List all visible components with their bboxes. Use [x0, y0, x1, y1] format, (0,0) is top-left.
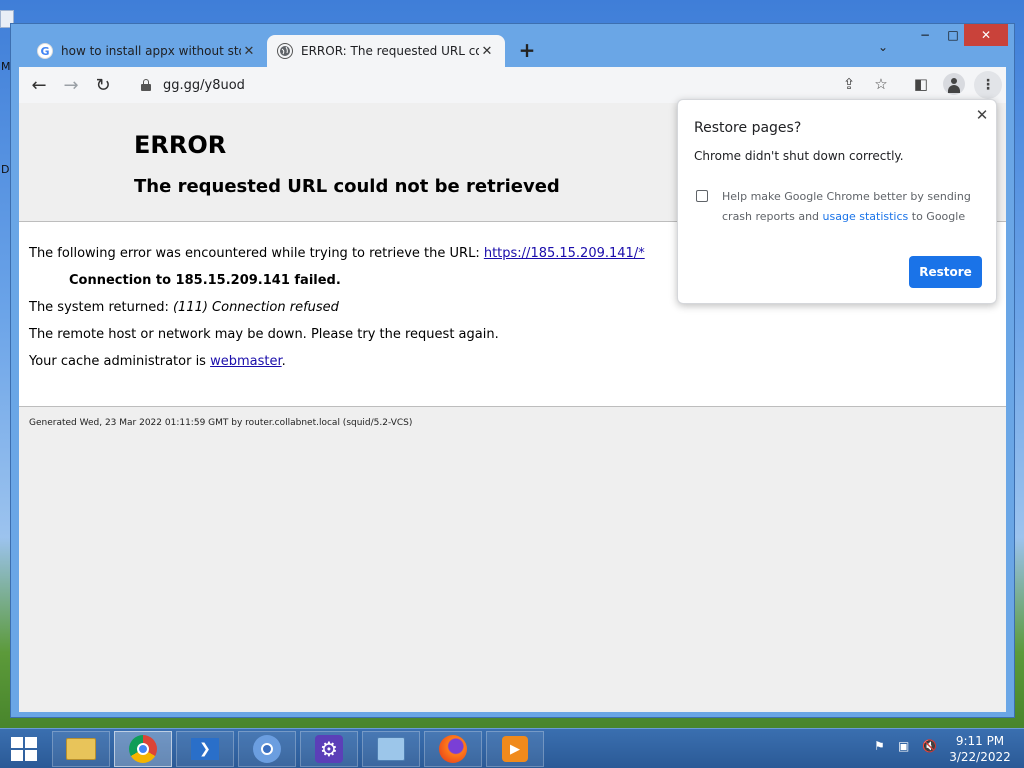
file-explorer-taskbar-button[interactable] [52, 731, 110, 767]
back-arrow-icon[interactable]: ← [23, 69, 55, 101]
close-tab-icon[interactable]: ✕ [479, 44, 495, 59]
share-icon[interactable]: ⇪ [839, 75, 859, 93]
checkbox-label-line2: crash reports and usage statistics to Go… [722, 210, 965, 223]
cache-admin-line: Your cache administrator is webmaster. [29, 354, 286, 369]
tab-error-page[interactable]: ERROR: The requested URL could not be re… [267, 35, 505, 67]
tab-strip: G how to install appx without store ✕ ER… [11, 24, 1014, 67]
url-text: gg.gg/y8uod [163, 77, 245, 93]
maximize-button[interactable]: □ [939, 24, 967, 46]
chromium-taskbar-button[interactable] [238, 731, 296, 767]
chrome-icon [129, 735, 157, 763]
error-url-link[interactable]: https://185.15.209.141/* [484, 246, 645, 261]
tab-search-chevron-icon[interactable]: ⌄ [878, 40, 888, 54]
page-footer: Generated Wed, 23 Mar 2022 01:11:59 GMT … [19, 406, 1006, 712]
system-clock[interactable]: 9:11 PM 3/22/2022 [944, 733, 1016, 765]
gear-icon: ⚙ [315, 735, 343, 763]
media-player-icon: ▶ [502, 736, 528, 762]
site-info-lock-icon[interactable] [141, 79, 151, 91]
reload-icon[interactable]: ↻ [87, 69, 119, 101]
webmaster-link[interactable]: webmaster [210, 354, 282, 369]
folder-icon [66, 738, 96, 760]
start-button[interactable] [4, 733, 44, 765]
powershell-icon: ❯ [191, 738, 219, 760]
firefox-icon [439, 735, 467, 763]
tab-title: how to install appx without store [61, 44, 241, 58]
page-title: ERROR [134, 131, 227, 159]
system-returned-line: The system returned: (111) Connection re… [29, 300, 339, 315]
tab-search-results[interactable]: G how to install appx without store ✕ [27, 35, 267, 67]
tab-title: ERROR: The requested URL could not be re… [301, 44, 479, 58]
restore-button[interactable]: Restore [909, 256, 982, 288]
action-center-flag-icon[interactable]: ⚑ [874, 739, 885, 753]
chromium-icon [253, 735, 281, 763]
close-dialog-icon[interactable]: ✕ [974, 106, 990, 124]
checkbox-label-prefix: crash reports and [722, 210, 823, 223]
bookmark-star-icon[interactable]: ☆ [871, 75, 891, 93]
side-panel-icon[interactable]: ◧ [911, 75, 931, 93]
windows-logo-icon [11, 737, 37, 761]
profile-avatar-icon[interactable] [943, 73, 965, 95]
close-window-button[interactable]: ✕ [964, 24, 1008, 46]
globe-icon [277, 43, 293, 59]
network-icon[interactable]: ▣ [898, 739, 909, 753]
firefox-taskbar-button[interactable] [424, 731, 482, 767]
clock-time: 9:11 PM [955, 734, 1005, 748]
close-tab-icon[interactable]: ✕ [241, 44, 257, 59]
cache-admin-suffix: . [281, 354, 286, 369]
dialog-message: Chrome didn't shut down correctly. [694, 149, 904, 163]
crash-report-checkbox[interactable] [696, 190, 708, 202]
google-icon: G [37, 43, 53, 59]
page-subtitle: The requested URL could not be retrieved [134, 176, 560, 197]
checkbox-label-line1: Help make Google Chrome better by sendin… [722, 190, 971, 203]
error-url-line: The following error was encountered whil… [29, 246, 645, 261]
desktop-label-peek: D [1, 163, 10, 176]
system-returned-error: (111) Connection refused [172, 300, 339, 315]
restore-pages-dialog: Restore pages? ✕ Chrome didn't shut down… [677, 99, 997, 304]
connection-failed-line: Connection to 185.15.209.141 failed. [69, 273, 341, 288]
new-tab-button[interactable]: + [517, 38, 537, 62]
checkbox-label-suffix: to Google [908, 210, 966, 223]
powershell-taskbar-button[interactable]: ❯ [176, 731, 234, 767]
browser-toolbar: ← → ↻ gg.gg/y8uod ⇪ ☆ ◧ ⋮ [19, 67, 1006, 103]
generated-footer-text: Generated Wed, 23 Mar 2022 01:11:59 GMT … [29, 418, 413, 428]
error-url-prefix: The following error was encountered whil… [29, 246, 484, 261]
more-menu-icon[interactable]: ⋮ [974, 71, 1002, 99]
usage-statistics-link[interactable]: usage statistics [823, 210, 909, 223]
control-panel-taskbar-button[interactable] [362, 731, 420, 767]
system-returned-prefix: The system returned: [29, 300, 173, 315]
cache-admin-prefix: Your cache administrator is [29, 354, 211, 369]
control-panel-icon [377, 737, 405, 761]
minimize-button[interactable]: − [911, 24, 939, 46]
forward-arrow-icon[interactable]: → [55, 69, 87, 101]
remote-host-line: The remote host or network may be down. … [29, 327, 499, 342]
taskbar: ❯ ⚙ ▶ ⚑ ▣ 🔇 9:11 PM 3/22/2022 [0, 728, 1024, 768]
clock-date: 3/22/2022 [949, 750, 1011, 764]
address-bar[interactable]: gg.gg/y8uod [129, 70, 869, 100]
chrome-taskbar-button[interactable] [114, 731, 172, 767]
media-player-taskbar-button[interactable]: ▶ [486, 731, 544, 767]
settings-taskbar-button[interactable]: ⚙ [300, 731, 358, 767]
volume-muted-icon[interactable]: 🔇 [922, 739, 937, 753]
dialog-title: Restore pages? [694, 120, 802, 136]
